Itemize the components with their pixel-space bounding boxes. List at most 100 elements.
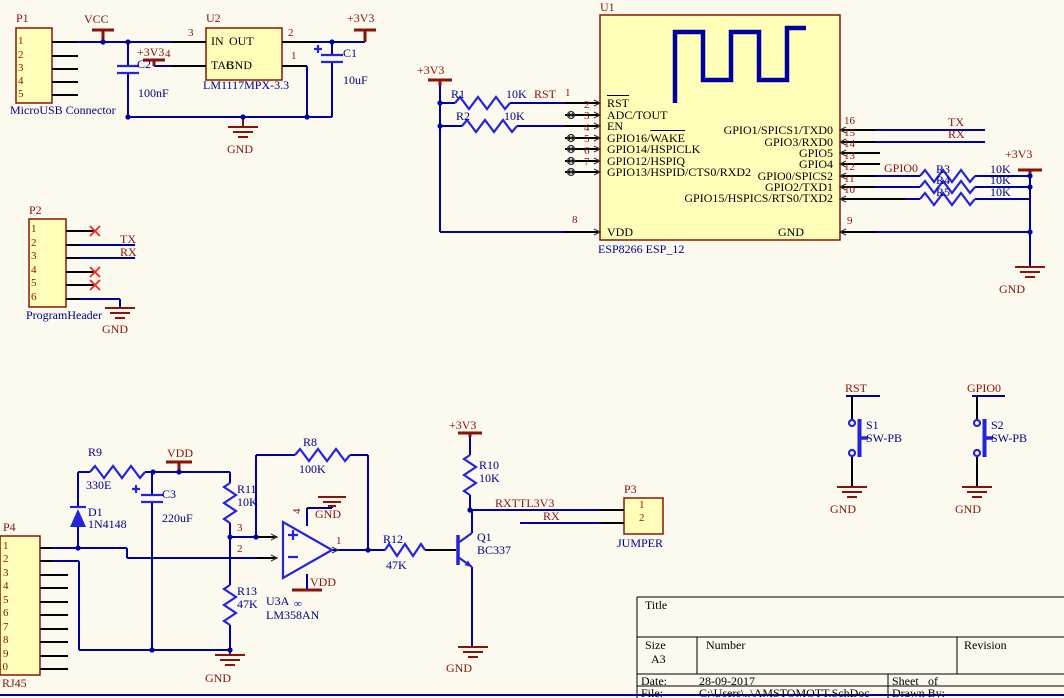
p1-pin-number: 5 [18, 89, 24, 101]
p4-pin-number: 4 [3, 581, 9, 593]
p1-designator: P1 [16, 12, 29, 25]
gnd-symbol-regulator [228, 117, 258, 137]
schematic-sheet: P1 1 2 3 4 5 MicroUSB Connector VCC U2 I… [0, 0, 1064, 698]
gnd-label-p2: GND [102, 323, 128, 336]
net-label-rst: RST [534, 88, 556, 101]
p4-pin-number: 5 [3, 595, 9, 607]
c3-designator: C3 [162, 488, 176, 501]
p2-pin-number: 3 [31, 251, 37, 263]
d1-symbol [70, 507, 86, 527]
r12-value: 47K [386, 559, 407, 572]
r8-designator: R8 [303, 436, 317, 449]
power-label-3v3-esp-left: +3V3 [417, 64, 444, 77]
p1-pin-number: 3 [18, 63, 24, 75]
p1-pin-number: 1 [18, 36, 24, 48]
net-label-gpio0-s2: GPIO0 [967, 382, 1001, 395]
gnd-label-s2: GND [955, 503, 981, 516]
gnd-symbol-q1 [458, 647, 488, 657]
net-label-tx-p2: TX [120, 233, 136, 246]
p2-pin-number: 4 [31, 265, 37, 277]
net-label-rxttl3v3: RXTTL3V3 [495, 497, 554, 510]
r13-value: 47K [237, 598, 258, 611]
title-block-title-label: Title [645, 599, 667, 612]
p4-pin-number: 6 [3, 608, 9, 620]
p2-pin-number: 6 [31, 292, 37, 304]
u1-pin-number: 9 [847, 216, 853, 228]
u3a-pin-number-power: 4 [292, 509, 304, 515]
vdd-label-opamp: VDD [310, 576, 336, 589]
p3-designator: P3 [624, 483, 637, 496]
u1-pin-number: 3 [584, 111, 590, 123]
gnd-label-opamp: GND [315, 508, 341, 521]
p4-pin-number: 3 [3, 568, 9, 580]
c1-value: 10uF [343, 74, 368, 87]
c3-value: 220uF [162, 512, 193, 525]
c1-symbol [314, 45, 343, 62]
u2-pin-number-tab: 4 [165, 49, 171, 61]
r11-designator: R11 [237, 483, 257, 496]
power-label-3v3-esp-right: +3V3 [1005, 148, 1032, 161]
u1-pin-number: 7 [584, 157, 590, 169]
p4-pin-number: 7 [3, 622, 9, 634]
u1-pin-number: 1 [565, 88, 571, 100]
opamp-symbol [283, 522, 332, 578]
power-label-vdd: VDD [167, 447, 193, 460]
p3-pin-number: 2 [639, 513, 645, 525]
net-label-rx: RX [948, 128, 965, 141]
u2-pin-name-in: IN [211, 35, 224, 48]
u1-pin-label: GPIO13/HSPID/CTS0/RXD2 [607, 166, 751, 179]
net-label-vcc: VCC [84, 13, 109, 26]
net-label-rx-p3: RX [543, 510, 560, 523]
net-label-rx-p2: RX [120, 246, 137, 259]
s2-comment: SW-PB [991, 432, 1027, 445]
p4-pin-number: 10 [0, 662, 8, 674]
u1-pin-number: 14 [844, 139, 855, 151]
title-block-file-label: File: [641, 687, 663, 698]
r11-symbol [224, 483, 236, 523]
title-block-size-value: A3 [651, 653, 666, 666]
u1-pin-label-gnd: GND [778, 226, 804, 239]
power-label-3v3-r10: +3V3 [449, 419, 476, 432]
r5-designator: R5 [936, 186, 950, 199]
p1-pin-number: 2 [18, 50, 24, 62]
gnd-label-regulator: GND [227, 143, 253, 156]
p4-pin-number: 9 [3, 649, 9, 661]
q1-designator: Q1 [477, 531, 492, 544]
u2-pin-number-in: 3 [188, 28, 194, 40]
u3a-comment: LM358AN [266, 609, 319, 622]
u1-pin-number: 12 [844, 162, 855, 174]
p4-pin-number: 1 [3, 541, 9, 553]
title-block-drawn-by-label: Drawn By: [892, 687, 945, 698]
gnd-label-q1: GND [446, 662, 472, 675]
c2-value: 100nF [138, 87, 169, 100]
u1-pin-label: GPIO15/HSPICS/RTS0/TXD2 [684, 192, 833, 205]
c3-symbol [132, 485, 163, 502]
u3a-pin-number-out: 1 [336, 536, 342, 548]
p4-comment: RJ45 [2, 677, 27, 690]
gnd-symbol-opamp [318, 497, 346, 507]
u1-pin-label-vdd: VDD [607, 226, 633, 239]
q1-value: BC337 [477, 544, 511, 557]
gnd-label-divider: GND [205, 672, 231, 685]
p2-pin-number: 5 [31, 278, 37, 290]
c2-symbol [117, 66, 139, 73]
power-label-3v3-out: +3V3 [347, 12, 374, 25]
r9-symbol [90, 466, 145, 478]
schematic-graphics [0, 0, 1064, 698]
u1-pin-number: 16 [844, 116, 855, 128]
p3-comment: JUMPER [617, 537, 663, 550]
component-bodies [0, 15, 840, 675]
p2-comment: ProgramHeader [26, 309, 102, 322]
u2-designator: U2 [206, 12, 221, 25]
u3a-pin-number-noninv: 3 [237, 523, 243, 535]
gnd-label-esp: GND [999, 283, 1025, 296]
u1-pin-label-text: GPIO13/HSPID/CTS0/RXD2 [607, 165, 751, 179]
r9-designator: R9 [88, 446, 102, 459]
d1-value: 1N4148 [88, 518, 127, 531]
r1-designator: R1 [451, 88, 465, 101]
u2-comment: LM1117MPX-3.3 [203, 79, 289, 92]
r13-designator: R13 [237, 585, 257, 598]
p2-pin-number: 1 [31, 224, 37, 236]
u1-pin-number: 8 [572, 215, 578, 227]
p2-designator: P2 [29, 204, 42, 217]
